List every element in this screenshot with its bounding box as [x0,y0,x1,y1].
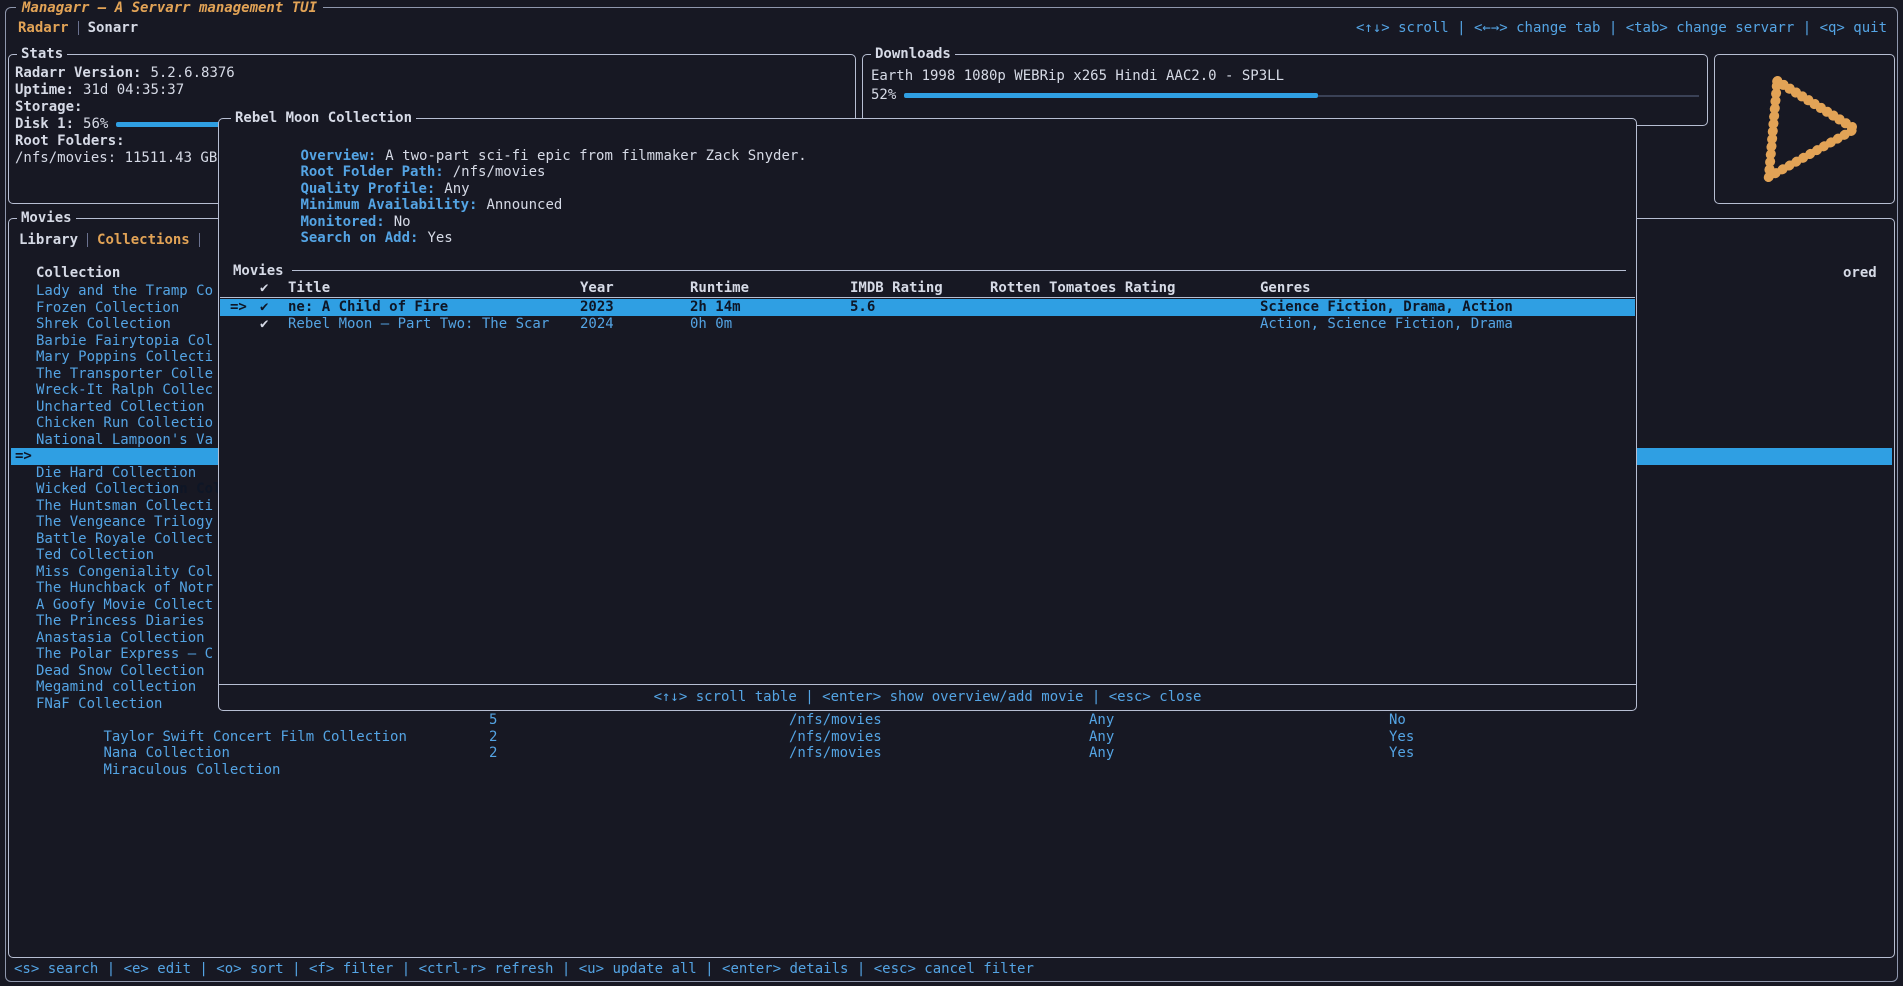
collection-monitored: Yes [1389,729,1414,746]
download-gauge-track [1318,95,1699,97]
collection-quality-profile: Any [1089,745,1114,762]
terminal-screen: Managarr — A Servarr management TUI Rada… [0,0,1903,986]
movie-year: 2023 [580,299,614,316]
tab-separator [199,233,200,247]
modal-title: Rebel Moon Collection [231,110,416,126]
movie-runtime: 2h 14m [690,299,741,316]
field-search-on-add: Search on Add:Yes [233,214,1624,231]
title-column-header: Title [288,279,330,298]
movie-year: 2024 [580,316,614,333]
collection-details-modal: Rebel Moon Collection Overview:A two-par… [218,118,1637,711]
selection-arrow: => [230,299,247,316]
tab-library[interactable]: Library [19,232,78,248]
monitored-check-icon: ✔ [260,299,268,316]
collection-root-folder: /nfs/movies [789,745,882,762]
table-row[interactable]: ✔ Rebel Moon — Part Two: The Scar 2024 0… [220,316,1635,333]
year-column-header: Year [580,279,614,298]
top-keybindings: <↑↓> scroll | <←→> change tab | <tab> ch… [1356,20,1887,36]
download-progress-row: 52% [871,86,1699,105]
managarr-logo [1715,55,1894,203]
tab-radarr[interactable]: Radarr [18,20,69,36]
download-progress-gauge [904,93,1699,98]
stat-version: Radarr Version: 5.2.6.8376 [15,65,847,82]
collection-detail-fields: Overview:A two-part sci-fi epic from fil… [233,131,1624,230]
imdb-column-header: IMDB Rating [850,279,943,298]
downloads-panel: Downloads Earth 1998 1080p WEBRip x265 H… [862,54,1708,126]
table-row-selected[interactable]: => ✔ ne: A Child of Fire 2023 2h 14m 5.6… [220,299,1635,316]
runtime-column-header: Runtime [690,279,749,298]
monitored-check-icon: ✔ [260,316,268,333]
bottom-keybindings: <s> search | <e> edit | <o> sort | <f> f… [14,960,1034,978]
tab-collections[interactable]: Collections [97,232,190,248]
list-item[interactable]: Miraculous Collection 2 /nfs/movies Any … [11,745,1892,762]
list-item[interactable]: Taylor Swift Concert Film Collection 5 /… [11,712,1892,729]
collection-root-folder: /nfs/movies [789,729,882,746]
collection-column-header: Collection [36,265,120,281]
check-column-header: ✔ [260,279,268,298]
movies-tab-bar: Library Collections [19,231,209,248]
movie-title: ne: A Child of Fire [288,299,448,316]
stat-uptime: Uptime: 31d 04:35:37 [15,82,847,99]
movie-genres: Action, Science Fiction, Drama [1260,316,1513,333]
collection-quality-profile: Any [1089,712,1114,729]
field-overview: Overview:A two-part sci-fi epic from fil… [233,131,1624,148]
movies-table-header: ✔ Title Year Runtime IMDB Rating Rotten … [220,279,1635,298]
modal-keybindings: <↑↓> scroll table | <enter> show overvie… [219,689,1636,706]
download-gauge-fill [904,93,1317,98]
rotten-tomatoes-column-header: Rotten Tomatoes Rating [990,279,1175,298]
list-item[interactable]: Nana Collection 2 /nfs/movies Any Yes [11,729,1892,746]
app-title: Managarr — A Servarr management TUI [16,0,323,16]
movie-imdb-rating: 5.6 [850,299,875,316]
collection-movie-count: 5 [489,712,497,729]
monitored-column-header-fragment: ored [1843,265,1877,282]
tab-separator [78,21,79,35]
collection-movie-count: 2 [489,745,497,762]
modal-footer-rule [219,684,1636,685]
movie-genres: Science Fiction, Drama, Action [1260,299,1513,316]
movies-table-rows: => ✔ ne: A Child of Fire 2023 2h 14m 5.6… [220,299,1635,332]
collection-monitored: Yes [1389,745,1414,762]
logo-panel [1714,54,1895,204]
stats-panel-title: Stats [17,46,67,62]
section-rule [292,270,1626,271]
collection-quality-profile: Any [1089,729,1114,746]
collection-movie-count: 2 [489,729,497,746]
tab-sonarr[interactable]: Sonarr [88,20,139,36]
collection-root-folder: /nfs/movies [789,712,882,729]
play-triangle-icon [1729,65,1880,193]
movie-title: Rebel Moon — Part Two: The Scar [288,316,549,333]
movies-panel-title: Movies [17,210,76,226]
genres-column-header: Genres [1260,279,1311,298]
downloads-content: Earth 1998 1080p WEBRip x265 Hindi AAC2.… [871,67,1699,105]
tab-separator [87,233,88,247]
stat-storage-label: Storage: [15,99,847,116]
download-item[interactable]: Earth 1998 1080p WEBRip x265 Hindi AAC2.… [871,67,1699,86]
downloads-panel-title: Downloads [871,46,955,62]
selection-arrow: => [15,448,32,465]
movie-runtime: 0h 0m [690,316,732,333]
collection-monitored: No [1389,712,1406,729]
servarr-tab-bar: Radarr Sonarr [18,19,138,36]
movies-section-header: Movies [233,262,1626,279]
